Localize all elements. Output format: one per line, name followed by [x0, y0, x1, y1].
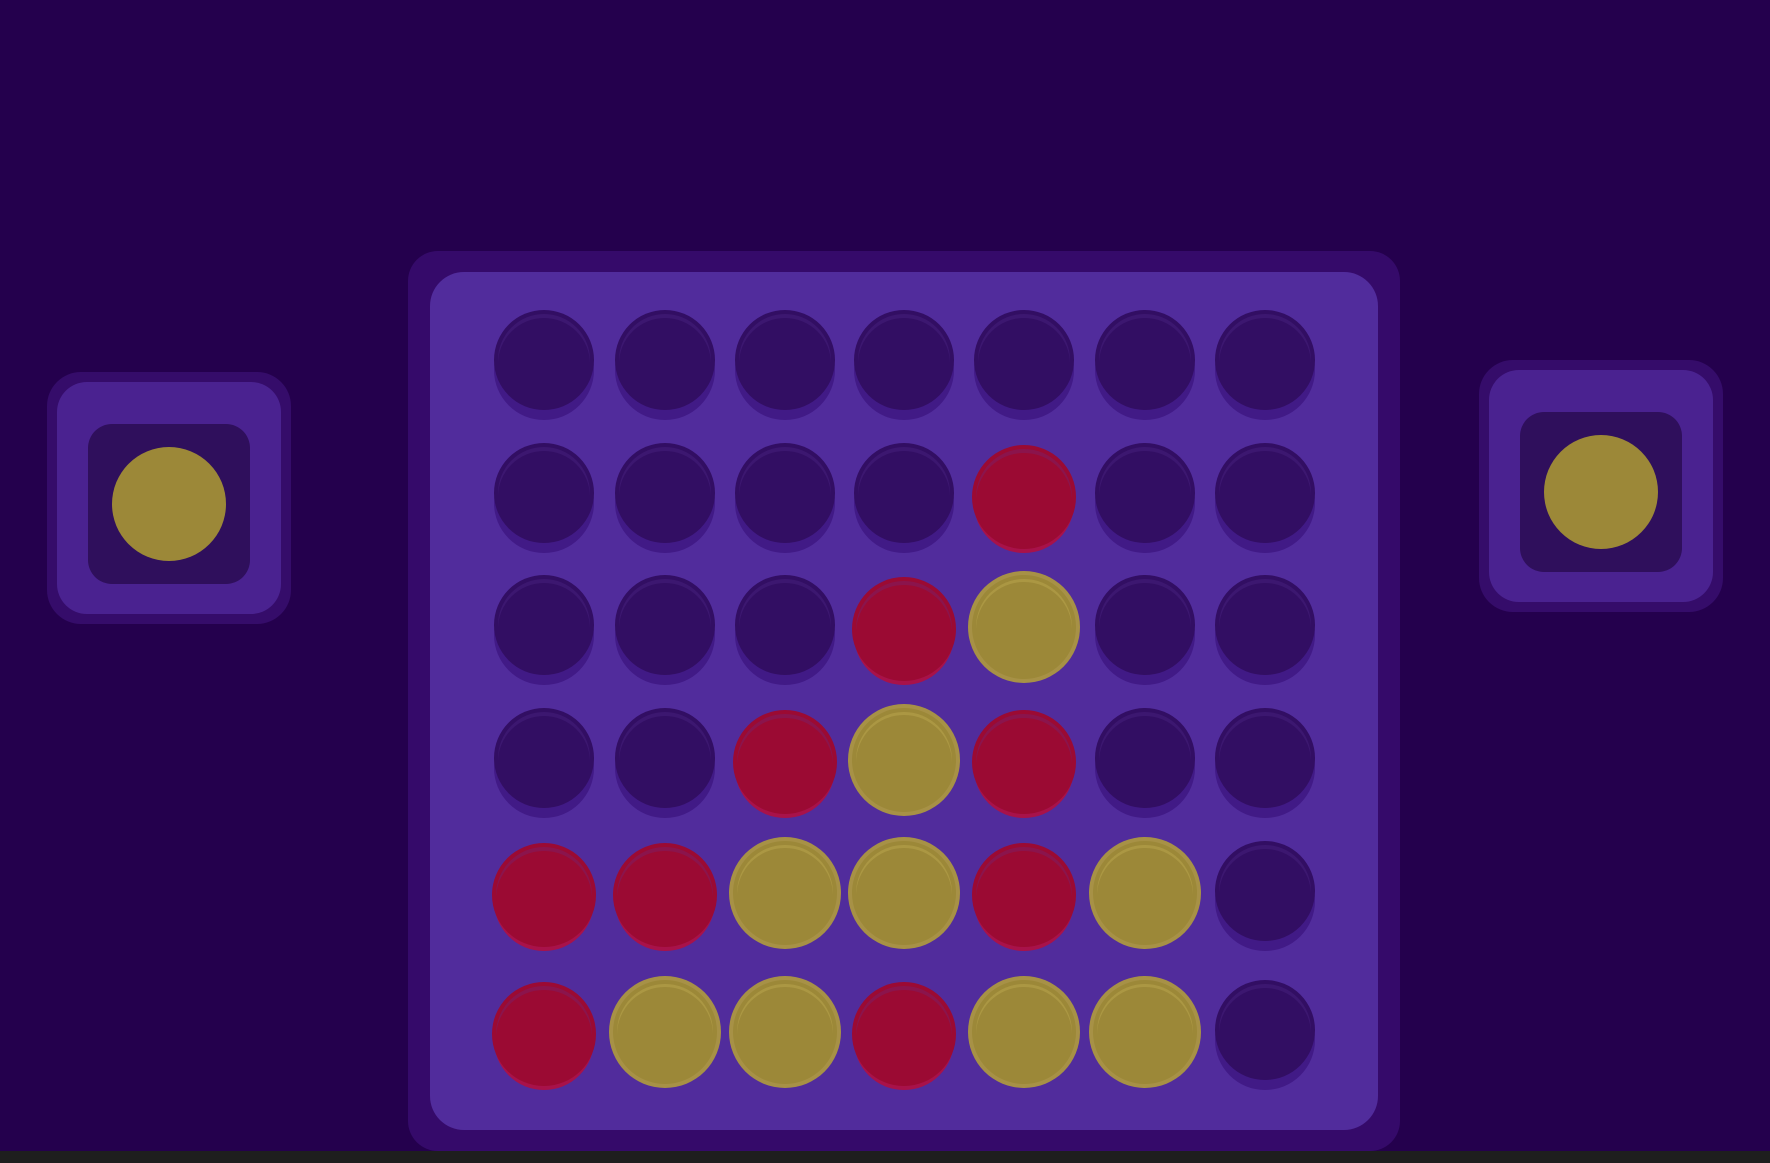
empty-hole: [1215, 575, 1315, 675]
red-disc: [972, 445, 1076, 549]
slot-r4-c7-empty[interactable]: [1215, 708, 1315, 818]
yellow-disc: [852, 841, 956, 945]
slot-r1-c4-empty[interactable]: [854, 310, 954, 420]
slot-r1-c3-empty[interactable]: [735, 310, 835, 420]
game-stage: [0, 0, 1770, 1163]
red-disc: [492, 843, 596, 947]
empty-hole: [1095, 310, 1195, 410]
red-disc: [972, 843, 1076, 947]
slot-r2-c2-empty[interactable]: [615, 443, 715, 553]
slot-r4-c4-yellow[interactable]: [848, 704, 960, 818]
empty-hole: [1215, 841, 1315, 941]
slot-r6-c2-yellow[interactable]: [609, 976, 721, 1090]
yellow-disc: [1093, 980, 1197, 1084]
slot-r4-c1-empty[interactable]: [494, 708, 594, 818]
slot-r3-c2-empty[interactable]: [615, 575, 715, 685]
yellow-disc: [972, 980, 1076, 1084]
slot-r4-c3-red[interactable]: [733, 708, 837, 818]
slot-r3-c6-empty[interactable]: [1095, 575, 1195, 685]
empty-hole: [735, 575, 835, 675]
slot-r6-c3-yellow[interactable]: [729, 976, 841, 1090]
slot-r5-c5-red[interactable]: [972, 841, 1076, 951]
slot-r5-c6-yellow[interactable]: [1089, 837, 1201, 951]
empty-hole: [615, 708, 715, 808]
empty-hole: [494, 443, 594, 543]
empty-hole: [1095, 708, 1195, 808]
slot-r6-c4-red[interactable]: [852, 980, 956, 1090]
slot-r6-c7-empty[interactable]: [1215, 980, 1315, 1090]
player-left-indicator: [47, 372, 291, 624]
slot-r4-c6-empty[interactable]: [1095, 708, 1195, 818]
game-board[interactable]: [430, 272, 1378, 1130]
slot-r5-c3-yellow[interactable]: [729, 837, 841, 951]
slot-r2-c6-empty[interactable]: [1095, 443, 1195, 553]
player-right-disc: [1544, 435, 1658, 549]
red-disc: [852, 577, 956, 681]
bottom-bar: [0, 1151, 1770, 1163]
player-right-panel-inner: [1489, 370, 1713, 602]
slot-r3-c3-empty[interactable]: [735, 575, 835, 685]
slot-r4-c2-empty[interactable]: [615, 708, 715, 818]
red-disc: [733, 710, 837, 814]
empty-hole: [494, 575, 594, 675]
red-disc: [852, 982, 956, 1086]
slot-r3-c1-empty[interactable]: [494, 575, 594, 685]
player-left-panel-inner: [57, 382, 281, 614]
slot-r6-c5-yellow[interactable]: [968, 976, 1080, 1090]
yellow-disc: [613, 980, 717, 1084]
slot-r2-c5-red[interactable]: [972, 443, 1076, 553]
yellow-disc: [733, 841, 837, 945]
slot-r1-c1-empty[interactable]: [494, 310, 594, 420]
player-left-disc: [112, 447, 226, 561]
slot-r6-c6-yellow[interactable]: [1089, 976, 1201, 1090]
slot-r5-c1-red[interactable]: [492, 841, 596, 951]
slot-r1-c7-empty[interactable]: [1215, 310, 1315, 420]
empty-hole: [1095, 575, 1195, 675]
player-right-indicator: [1479, 360, 1723, 612]
empty-hole: [974, 310, 1074, 410]
slot-r2-c1-empty[interactable]: [494, 443, 594, 553]
empty-hole: [615, 443, 715, 543]
slot-r1-c6-empty[interactable]: [1095, 310, 1195, 420]
red-disc: [613, 843, 717, 947]
slot-r1-c5-empty[interactable]: [974, 310, 1074, 420]
empty-hole: [735, 310, 835, 410]
slot-r2-c7-empty[interactable]: [1215, 443, 1315, 553]
empty-hole: [1215, 980, 1315, 1080]
slot-r3-c4-red[interactable]: [852, 575, 956, 685]
slot-r5-c4-yellow[interactable]: [848, 837, 960, 951]
empty-hole: [854, 443, 954, 543]
empty-hole: [1215, 708, 1315, 808]
empty-hole: [494, 708, 594, 808]
slot-r3-c7-empty[interactable]: [1215, 575, 1315, 685]
red-disc: [972, 710, 1076, 814]
slot-r1-c2-empty[interactable]: [615, 310, 715, 420]
empty-hole: [1215, 443, 1315, 543]
empty-hole: [615, 310, 715, 410]
empty-hole: [615, 575, 715, 675]
slot-r2-c3-empty[interactable]: [735, 443, 835, 553]
empty-hole: [494, 310, 594, 410]
empty-hole: [1215, 310, 1315, 410]
yellow-disc: [852, 708, 956, 812]
player-left-well: [88, 424, 250, 584]
yellow-disc: [1093, 841, 1197, 945]
empty-hole: [1095, 443, 1195, 543]
empty-hole: [735, 443, 835, 543]
empty-hole: [854, 310, 954, 410]
player-right-well: [1520, 412, 1682, 572]
slot-r4-c5-red[interactable]: [972, 708, 1076, 818]
red-disc: [492, 982, 596, 1086]
slot-r2-c4-empty[interactable]: [854, 443, 954, 553]
slot-r5-c2-red[interactable]: [613, 841, 717, 951]
yellow-disc: [733, 980, 837, 1084]
slot-r3-c5-yellow[interactable]: [968, 571, 1080, 685]
slot-r5-c7-empty[interactable]: [1215, 841, 1315, 951]
yellow-disc: [972, 575, 1076, 679]
slot-r6-c1-red[interactable]: [492, 980, 596, 1090]
